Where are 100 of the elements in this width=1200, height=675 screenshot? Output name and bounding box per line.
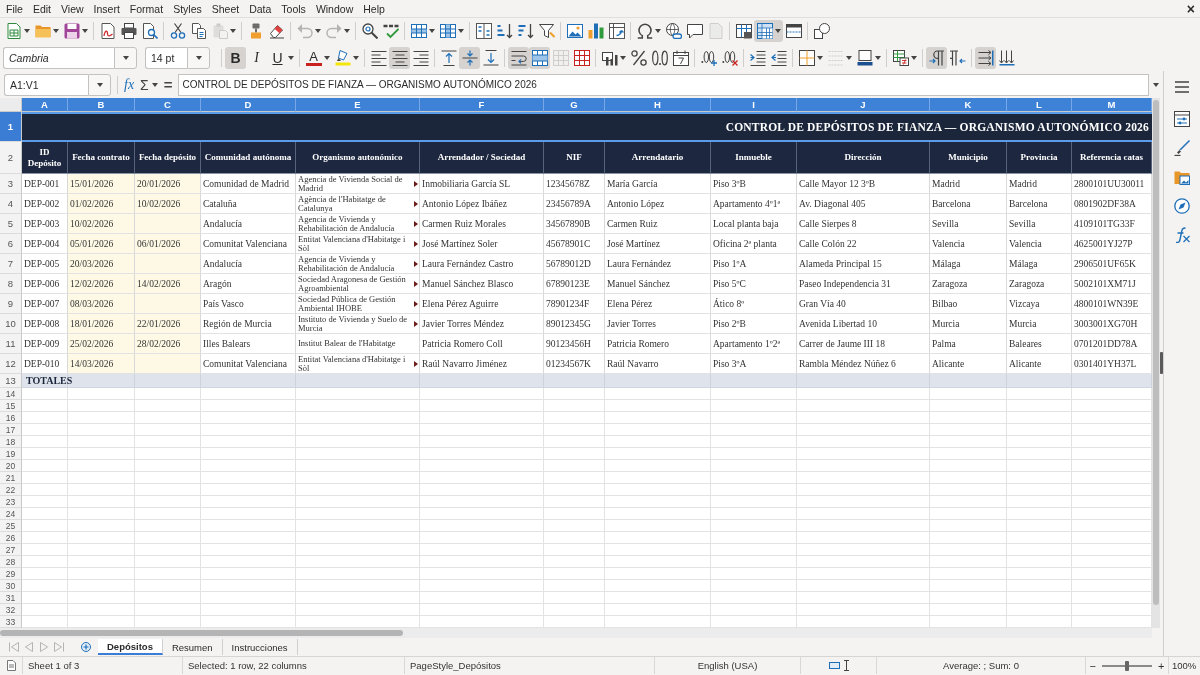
sidebar-handle[interactable] bbox=[1160, 352, 1163, 374]
column-header[interactable]: F bbox=[420, 98, 544, 112]
column-header[interactable]: H bbox=[605, 98, 711, 112]
row-header[interactable]: 1 bbox=[0, 112, 22, 142]
row-header[interactable]: 31 bbox=[0, 592, 22, 604]
row-header[interactable]: 9 bbox=[0, 294, 22, 314]
add-sheet-button[interactable] bbox=[78, 639, 94, 655]
row-header[interactable]: 27 bbox=[0, 544, 22, 556]
text-cursor-icon[interactable] bbox=[843, 660, 849, 671]
bold-button[interactable]: B bbox=[225, 46, 246, 69]
scrollbar-thumb[interactable] bbox=[0, 630, 403, 636]
menu-item[interactable]: Help bbox=[358, 2, 390, 15]
row-header[interactable]: 26 bbox=[0, 532, 22, 544]
column-header[interactable]: I bbox=[711, 98, 797, 112]
row-header[interactable]: 24 bbox=[0, 508, 22, 520]
menu-item[interactable]: Format bbox=[124, 2, 169, 15]
row-header[interactable]: 23 bbox=[0, 496, 22, 508]
row-header[interactable]: 16 bbox=[0, 412, 22, 424]
underline-button[interactable]: U bbox=[267, 46, 296, 69]
row-header[interactable]: 21 bbox=[0, 472, 22, 484]
align-center-button[interactable] bbox=[389, 46, 410, 69]
formula-button[interactable]: = bbox=[160, 74, 176, 95]
font-size-field[interactable]: 14 pt bbox=[145, 46, 187, 69]
menu-item[interactable]: Window bbox=[310, 2, 359, 15]
row-header[interactable]: 14 bbox=[0, 388, 22, 400]
column-header[interactable]: C bbox=[135, 98, 201, 112]
column-header[interactable]: A bbox=[22, 98, 68, 112]
row-header[interactable]: 13 bbox=[0, 374, 22, 388]
row-header[interactable]: 12 bbox=[0, 354, 22, 374]
zoom-in-button[interactable]: + bbox=[1157, 659, 1166, 672]
cell-grid[interactable] bbox=[22, 388, 1152, 628]
sort-button[interactable] bbox=[473, 20, 494, 42]
center-vertically-button[interactable] bbox=[459, 46, 480, 69]
dropdown-button[interactable] bbox=[187, 46, 210, 69]
menu-item[interactable]: Edit bbox=[27, 2, 56, 15]
row-header[interactable]: 17 bbox=[0, 424, 22, 436]
wrap-text-button[interactable] bbox=[508, 46, 529, 69]
row-header[interactable]: 6 bbox=[0, 234, 22, 254]
menu-item[interactable]: Tools bbox=[276, 2, 311, 15]
scrollbar-thumb[interactable] bbox=[1153, 100, 1159, 605]
column-header[interactable]: D bbox=[201, 98, 296, 112]
row-header[interactable]: 15 bbox=[0, 400, 22, 412]
row-header[interactable]: 20 bbox=[0, 460, 22, 472]
column-header[interactable]: E bbox=[296, 98, 420, 112]
close-document-button[interactable]: × bbox=[1184, 1, 1197, 16]
row-header[interactable]: 19 bbox=[0, 448, 22, 460]
language-text[interactable]: English (USA) bbox=[697, 660, 758, 671]
dropdown-button[interactable] bbox=[88, 73, 111, 96]
vertical-scrollbar[interactable] bbox=[1152, 98, 1160, 628]
name-box-field[interactable]: A1:V1 bbox=[4, 73, 88, 96]
sum-button[interactable]: Σ bbox=[137, 74, 161, 95]
zoom-slider-thumb[interactable] bbox=[1125, 660, 1129, 671]
column-header[interactable]: G bbox=[544, 98, 605, 112]
row-header[interactable]: 25 bbox=[0, 520, 22, 532]
sheet-tab[interactable]: Resumen bbox=[162, 639, 223, 655]
menu-item[interactable]: Insert bbox=[88, 2, 125, 15]
column-header[interactable]: K bbox=[930, 98, 1007, 112]
merge-center-button[interactable] bbox=[529, 46, 550, 69]
zoom-out-button[interactable]: − bbox=[1088, 659, 1097, 672]
row-header[interactable]: 11 bbox=[0, 334, 22, 354]
horizontal-scrollbar[interactable] bbox=[0, 628, 1152, 638]
column-header[interactable]: M bbox=[1072, 98, 1152, 112]
row-header[interactable]: 32 bbox=[0, 604, 22, 616]
function-wizard-button[interactable]: fx bbox=[121, 74, 138, 95]
menu-item[interactable]: Styles bbox=[168, 2, 207, 15]
row-header[interactable]: 29 bbox=[0, 568, 22, 580]
left-to-right-button[interactable] bbox=[926, 46, 947, 69]
row-header[interactable]: 30 bbox=[0, 580, 22, 592]
pivot-table-button[interactable] bbox=[606, 20, 627, 42]
menu-item[interactable]: Sheet bbox=[206, 2, 245, 15]
row-header[interactable]: 2 bbox=[0, 142, 22, 174]
row-header[interactable]: 7 bbox=[0, 254, 22, 274]
font-color-button[interactable]: A bbox=[303, 46, 332, 69]
sheet-tab[interactable]: Instrucciones bbox=[222, 639, 298, 655]
sheet-tab[interactable]: Depósitos bbox=[98, 639, 163, 655]
selection-mode-icon[interactable] bbox=[828, 660, 840, 671]
column-header[interactable]: B bbox=[68, 98, 135, 112]
row-header[interactable]: 18 bbox=[0, 436, 22, 448]
row-header[interactable]: 3 bbox=[0, 174, 22, 194]
find-replace-button[interactable] bbox=[359, 20, 380, 42]
row-header[interactable]: 5 bbox=[0, 214, 22, 234]
row-header[interactable]: 10 bbox=[0, 314, 22, 334]
row-header[interactable]: 22 bbox=[0, 484, 22, 496]
formula-input[interactable]: CONTROL DE DEPÓSITOS DE FIANZA — ORGANISMO AUTONÓMICO 2026 bbox=[177, 73, 1150, 96]
hyperlink-button[interactable] bbox=[663, 20, 684, 42]
column-header[interactable]: J bbox=[797, 98, 930, 112]
text-left-to-right-button[interactable] bbox=[975, 46, 996, 69]
row-header[interactable]: 8 bbox=[0, 274, 22, 294]
row-header[interactable]: 28 bbox=[0, 556, 22, 568]
freeze-rows-columns-button[interactable] bbox=[754, 20, 783, 42]
row-header[interactable]: 4 bbox=[0, 194, 22, 214]
menu-item[interactable]: View bbox=[56, 2, 89, 15]
italic-button[interactable]: I bbox=[246, 46, 267, 69]
menu-item[interactable]: Data bbox=[244, 2, 277, 15]
column-header[interactable]: L bbox=[1007, 98, 1072, 112]
zoom-percent[interactable]: 100% bbox=[1172, 660, 1197, 671]
menu-item[interactable]: File bbox=[1, 2, 28, 15]
row-header[interactable]: 33 bbox=[0, 616, 22, 628]
draw-functions-button[interactable] bbox=[811, 20, 832, 42]
font-name-field[interactable]: Cambria bbox=[3, 46, 114, 69]
